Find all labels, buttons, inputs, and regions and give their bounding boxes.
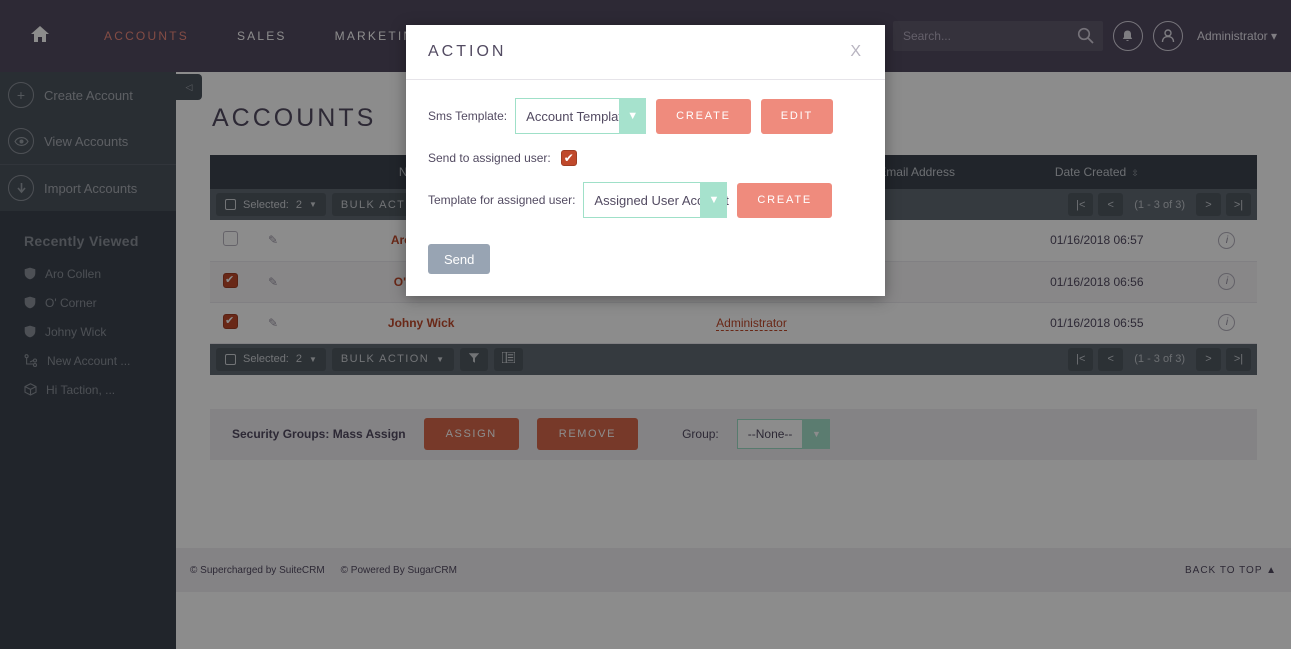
sms-template-create-button[interactable]: CREATE	[656, 98, 751, 134]
send-to-assigned-row: Send to assigned user: ✔	[428, 150, 863, 166]
sms-template-value[interactable]: Account Template	[515, 98, 629, 134]
sms-template-select[interactable]: Account Template ▼	[515, 98, 647, 134]
chevron-down-icon[interactable]: ▼	[700, 182, 728, 218]
checkmark-icon: ✔	[563, 151, 574, 165]
modal-body: Sms Template: Account Template ▼ CREATE …	[406, 80, 885, 296]
modal-header: ACTION X	[406, 25, 885, 80]
send-to-assigned-label: Send to assigned user:	[428, 151, 551, 165]
action-modal: ACTION X Sms Template: Account Template …	[406, 25, 885, 296]
assigned-template-value[interactable]: Assigned User Account	[583, 182, 729, 218]
send-to-assigned-checkbox[interactable]: ✔	[560, 150, 577, 166]
app-root: ACCOUNTS SALES MARKETING SUPPORT Adminis…	[0, 0, 1291, 649]
modal-title: ACTION	[428, 43, 507, 60]
chevron-down-icon[interactable]: ▼	[619, 98, 647, 134]
send-button[interactable]: Send	[428, 244, 491, 274]
close-icon[interactable]: X	[848, 40, 863, 64]
assigned-template-create-button[interactable]: CREATE	[737, 182, 833, 218]
assigned-template-select[interactable]: Assigned User Account ▼	[583, 182, 729, 218]
assigned-template-label: Template for assigned user:	[428, 193, 576, 207]
sms-template-edit-button[interactable]: EDIT	[760, 98, 834, 134]
sms-template-label: Sms Template:	[428, 109, 508, 123]
assigned-template-row: Template for assigned user: Assigned Use…	[428, 182, 863, 218]
sms-template-row: Sms Template: Account Template ▼ CREATE …	[428, 98, 863, 134]
